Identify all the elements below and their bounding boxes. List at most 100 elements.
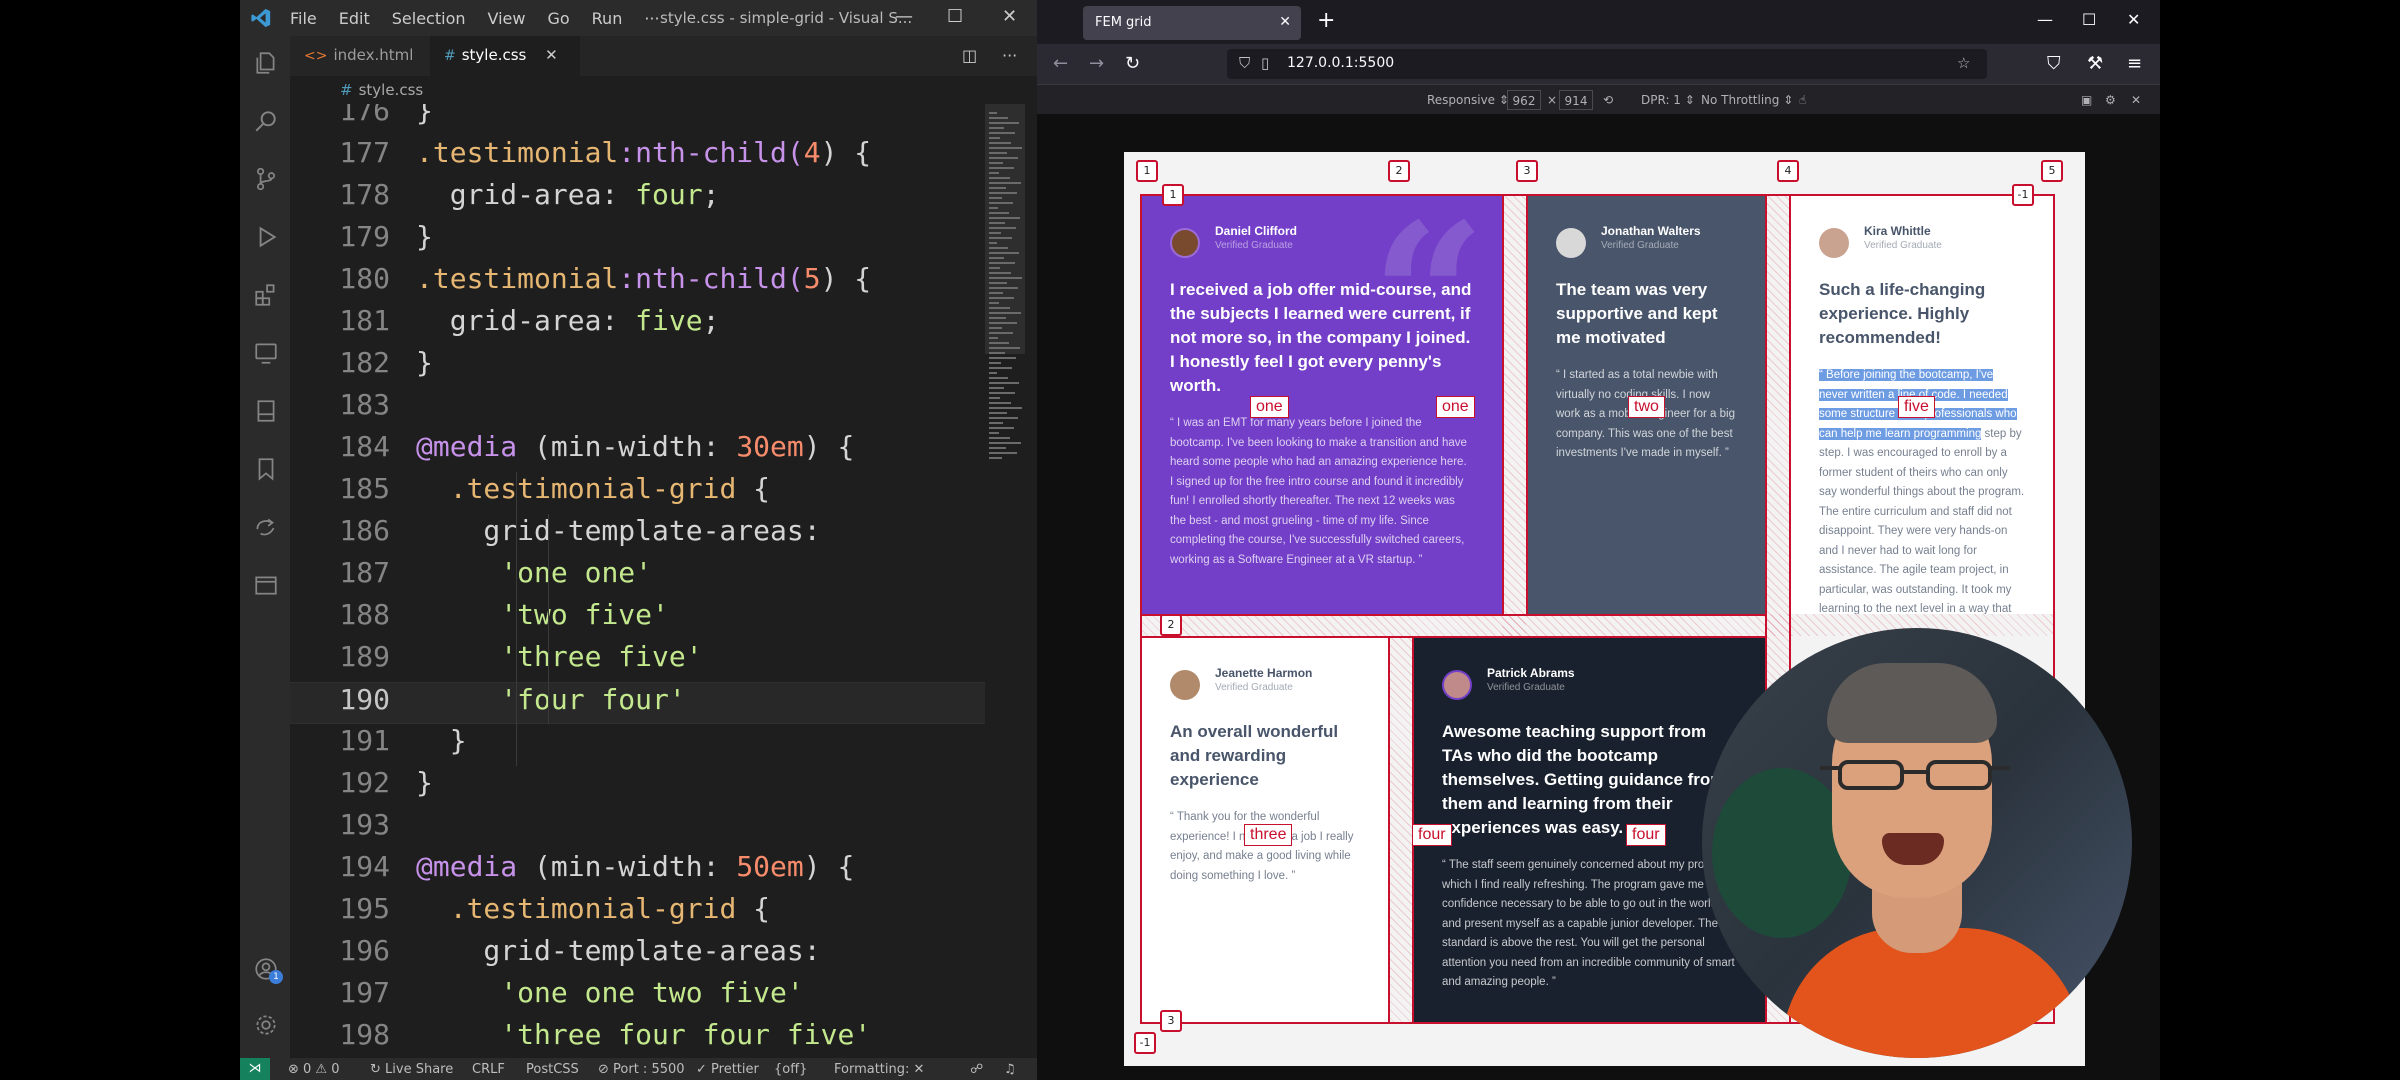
pocket-icon[interactable]: ⛉ xyxy=(2047,53,2061,74)
menu-go[interactable]: Go xyxy=(547,9,569,28)
grid-area-label: three xyxy=(1244,824,1293,846)
close-tab-icon[interactable]: ✕ xyxy=(1279,14,1291,30)
tab-index-html[interactable]: <> index.html xyxy=(290,36,430,76)
viewport-height-input[interactable]: 914 xyxy=(1559,90,1593,110)
code-line[interactable]: 195 .testimonial-grid { xyxy=(290,892,990,934)
throttling-select[interactable]: No Throttling ⇕ xyxy=(1701,93,1793,107)
code-line[interactable]: 176} xyxy=(290,104,990,136)
code-line[interactable]: 181 grid-area: five; xyxy=(290,304,990,346)
close-rdm-icon[interactable]: ✕ xyxy=(2131,93,2141,107)
code-line[interactable]: 180 .testimonial:nth-child(5) { xyxy=(290,262,990,304)
panels-icon[interactable] xyxy=(253,572,279,598)
touch-simulation-icon[interactable]: ☝ xyxy=(1799,93,1806,107)
bookmark-star-icon[interactable]: ☆ xyxy=(1957,54,1970,72)
code-line[interactable]: 197 'one one two five' xyxy=(290,976,990,1018)
explorer-icon[interactable] xyxy=(253,50,279,76)
remote-indicator-icon[interactable]: ⋊ xyxy=(240,1058,270,1080)
formatting-status[interactable]: Formatting: ✕ xyxy=(834,1062,924,1077)
close-icon[interactable]: ✕ xyxy=(1002,6,1017,27)
code-line[interactable]: 179} xyxy=(290,220,990,262)
viewport-width-input[interactable]: 962 xyxy=(1507,90,1541,110)
source-control-icon[interactable] xyxy=(253,166,279,192)
menu-run[interactable]: Run xyxy=(592,9,623,28)
code-line[interactable]: 193 xyxy=(290,808,990,850)
minimap[interactable] xyxy=(985,104,1025,1058)
back-icon[interactable]: ← xyxy=(1053,53,1068,74)
run-debug-icon[interactable] xyxy=(253,224,279,250)
maximize-icon[interactable]: ☐ xyxy=(2082,10,2096,29)
menu-more[interactable]: ··· xyxy=(644,9,659,28)
screenshot-icon[interactable]: ▣ xyxy=(2081,93,2092,107)
code-line[interactable]: 188 'two five' xyxy=(290,598,990,640)
minimize-icon[interactable]: — xyxy=(2037,10,2053,29)
split-editor-icon[interactable]: ◫ xyxy=(962,46,977,65)
device-select[interactable]: Responsive ⇕ xyxy=(1427,93,1509,107)
url-bar[interactable]: ⛉ ▯ 127.0.0.1:5500 ☆ xyxy=(1227,49,1987,79)
menu-edit[interactable]: Edit xyxy=(339,9,370,28)
minimap-line xyxy=(989,282,1007,284)
port-status[interactable]: ⊘ Port : 5500 xyxy=(598,1062,685,1077)
feedback-icon[interactable]: ☍ xyxy=(970,1062,983,1077)
minimap-line xyxy=(989,377,1008,379)
code-line[interactable]: 192} xyxy=(290,766,990,808)
code-editor[interactable]: 176} 177 .testimonial:nth-child(4) {178 gr… xyxy=(290,104,990,1058)
code-line[interactable]: 186 grid-template-areas: xyxy=(290,514,990,556)
account-icon[interactable]: 1 xyxy=(253,956,283,984)
code-line[interactable]: 183 xyxy=(290,388,990,430)
reload-icon[interactable]: ↻ xyxy=(1125,53,1140,74)
off-status[interactable]: {off} xyxy=(774,1062,807,1077)
menu-selection[interactable]: Selection xyxy=(392,9,466,28)
code-line[interactable]: 189 'three five' xyxy=(290,640,990,682)
code-line[interactable]: 191 } xyxy=(290,724,990,766)
more-actions-icon[interactable]: ··· xyxy=(1002,46,1017,65)
live-share-icon[interactable] xyxy=(253,514,279,540)
problems-count[interactable]: ⊗ 0 ⚠ 0 xyxy=(288,1062,340,1077)
grid-line xyxy=(1526,194,1528,614)
forward-icon[interactable]: → xyxy=(1089,53,1104,74)
close-tab-icon[interactable]: ✕ xyxy=(545,46,558,64)
code-line[interactable]: 198 'three four four five' xyxy=(290,1018,990,1058)
code-line[interactable]: 190 'four four' xyxy=(290,682,990,724)
tab-style-css[interactable]: # style.css ✕ xyxy=(430,36,580,76)
hamburger-menu-icon[interactable]: ≡ xyxy=(2127,53,2142,74)
eol-status[interactable]: CRLF xyxy=(472,1062,505,1077)
search-icon[interactable] xyxy=(253,108,279,134)
dpr-select[interactable]: DPR: 1 ⇕ xyxy=(1641,93,1695,107)
live-share-status[interactable]: ↻ Live Share xyxy=(370,1062,453,1077)
remote-explorer-icon[interactable] xyxy=(253,340,279,366)
code-line[interactable]: 187 'one one' xyxy=(290,556,990,598)
extensions-icon[interactable] xyxy=(253,282,279,308)
rotate-icon[interactable]: ⟲ xyxy=(1603,93,1613,107)
new-tab-icon[interactable]: + xyxy=(1317,8,1335,33)
code-token: ) { xyxy=(820,136,872,169)
settings-gear-icon[interactable] xyxy=(253,1012,279,1038)
maximize-icon[interactable]: ☐ xyxy=(947,6,963,27)
minimap-line xyxy=(989,247,1008,249)
code-line[interactable]: 184 @media (min-width: 30em) { xyxy=(290,430,990,472)
rdm-settings-icon[interactable]: ⚙ xyxy=(2105,93,2116,107)
devtools-wrench-icon[interactable]: ⚒ xyxy=(2087,53,2103,74)
prettier-status[interactable]: ✓ Prettier xyxy=(696,1062,759,1077)
author-role: Verified Graduate xyxy=(1215,240,1293,251)
browser-tab[interactable]: FEM grid ✕ xyxy=(1083,6,1301,40)
minimap-line xyxy=(989,367,1012,369)
code-line[interactable]: 196 grid-template-areas: xyxy=(290,934,990,976)
avatar xyxy=(1170,228,1200,258)
language-status[interactable]: PostCSS xyxy=(526,1062,579,1077)
menu-file[interactable]: File xyxy=(290,9,317,28)
breadcrumb-file[interactable]: style.css xyxy=(359,81,424,99)
notebook-icon[interactable] xyxy=(253,398,279,424)
page-info-icon[interactable]: ▯ xyxy=(1261,54,1269,72)
minimap-line xyxy=(989,262,1015,264)
code-line[interactable]: 185 .testimonial-grid { xyxy=(290,472,990,514)
minimize-icon[interactable]: — xyxy=(895,6,913,27)
menu-view[interactable]: View xyxy=(488,9,526,28)
close-window-icon[interactable]: ✕ xyxy=(2127,10,2140,29)
code-line[interactable]: 194 @media (min-width: 50em) { xyxy=(290,850,990,892)
bookmarks-icon[interactable] xyxy=(253,456,279,482)
code-line[interactable]: 178 grid-area: four; xyxy=(290,178,990,220)
code-line[interactable]: 182} xyxy=(290,346,990,388)
notifications-bell-icon[interactable]: ♫ xyxy=(1004,1062,1016,1077)
code-line[interactable]: 177 .testimonial:nth-child(4) { xyxy=(290,136,990,178)
tracking-shield-icon[interactable]: ⛉ xyxy=(1239,54,1250,72)
